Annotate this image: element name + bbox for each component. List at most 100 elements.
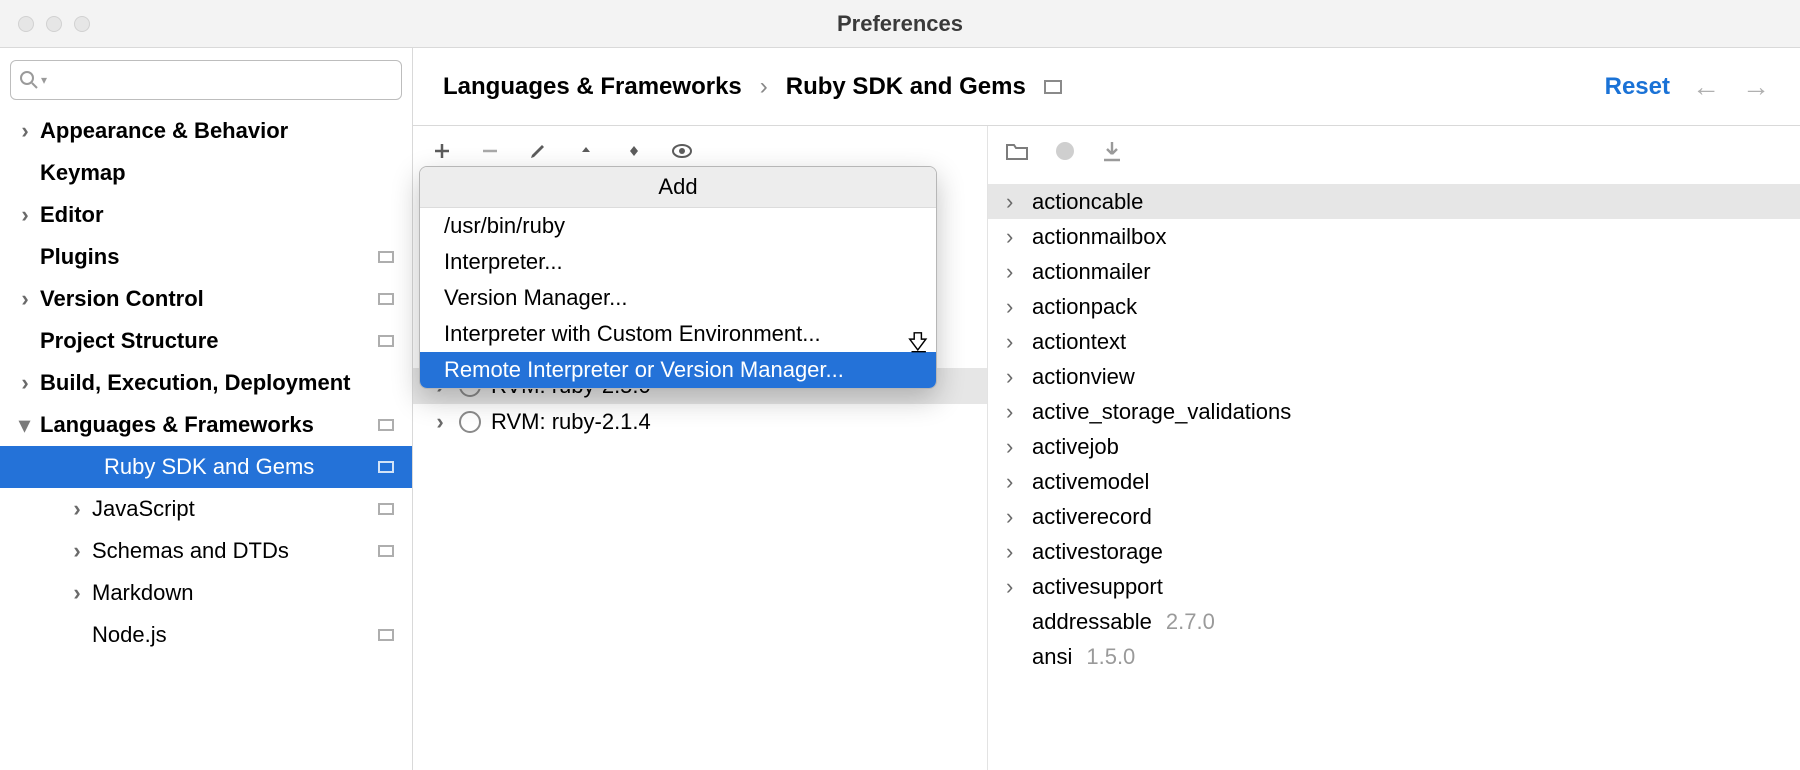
chevron-icon: › — [1006, 504, 1026, 530]
sidebar-item-label: Schemas and DTDs — [92, 538, 289, 564]
chevron-icon: › — [1006, 259, 1026, 285]
gem-row[interactable]: ›activerecord — [988, 499, 1800, 534]
sidebar-item-project-structure[interactable]: Project Structure — [10, 320, 402, 362]
sdk-label: RVM: ruby-2.1.4 — [491, 409, 651, 435]
chevron-icon: › — [1006, 434, 1026, 460]
gem-row[interactable]: ›actionmailer — [988, 254, 1800, 289]
sidebar-item-languages-frameworks[interactable]: Languages & Frameworks — [10, 404, 402, 446]
gem-name: activestorage — [1032, 539, 1163, 565]
chevron-icon: › — [1006, 189, 1026, 215]
sidebar-item-label: Build, Execution, Deployment — [40, 370, 350, 396]
sidebar-item-markdown[interactable]: Markdown — [10, 572, 402, 614]
sidebar-item-editor[interactable]: Editor — [10, 194, 402, 236]
breadcrumb-separator: › — [760, 73, 768, 101]
gem-name: activerecord — [1032, 504, 1152, 530]
sdk-column: Add /usr/bin/rubyInterpreter...Version M… — [413, 126, 988, 770]
sidebar-item-label: Version Control — [40, 286, 204, 312]
gem-row[interactable]: ›actionview — [988, 359, 1800, 394]
radio-button[interactable] — [459, 411, 481, 433]
popup-item[interactable]: Interpreter with Custom Environment... — [420, 316, 936, 352]
gem-row[interactable]: ›activemodel — [988, 464, 1800, 499]
sidebar-item-node-js[interactable]: Node.js — [10, 614, 402, 656]
gem-row[interactable]: ›activesupport — [988, 569, 1800, 604]
search-input[interactable]: ▾ — [10, 60, 402, 100]
minimize-window-button[interactable] — [46, 16, 62, 32]
reset-button[interactable]: Reset — [1605, 73, 1670, 101]
search-dropdown-icon[interactable]: ▾ — [41, 73, 47, 87]
edit-sdk-button[interactable] — [527, 140, 549, 162]
gem-toolbar — [988, 136, 1800, 184]
gem-name: actionmailbox — [1032, 224, 1167, 250]
gem-row[interactable]: ansi 1.5.0 — [988, 639, 1800, 674]
popup-item[interactable]: /usr/bin/ruby — [420, 208, 936, 244]
popup-item[interactable]: Interpreter... — [420, 244, 936, 280]
sidebar-item-build-execution-deployment[interactable]: Build, Execution, Deployment — [10, 362, 402, 404]
popup-item[interactable]: Remote Interpreter or Version Manager... — [420, 352, 936, 388]
gem-row[interactable]: ›active_storage_validations — [988, 394, 1800, 429]
sidebar-item-javascript[interactable]: JavaScript — [10, 488, 402, 530]
sidebar-item-schemas-and-dtds[interactable]: Schemas and DTDs — [10, 530, 402, 572]
gem-version: 2.7.0 — [1166, 609, 1215, 635]
sidebar-item-label: Project Structure — [40, 328, 219, 354]
chevron-icon — [16, 202, 34, 228]
breadcrumb-parent[interactable]: Languages & Frameworks — [443, 73, 742, 101]
chevron-icon — [16, 370, 34, 396]
sidebar-item-label: Plugins — [40, 244, 119, 270]
gem-row[interactable]: ›actionpack — [988, 289, 1800, 324]
sidebar-item-appearance-behavior[interactable]: Appearance & Behavior — [10, 110, 402, 152]
chevron-icon — [16, 118, 34, 144]
sidebar-item-label: Appearance & Behavior — [40, 118, 288, 144]
chevron-icon: › — [1006, 469, 1026, 495]
project-scope-icon — [378, 251, 394, 263]
chevron-icon: › — [1006, 574, 1026, 600]
maximize-window-button[interactable] — [74, 16, 90, 32]
gem-row[interactable]: ›actioncable — [988, 184, 1800, 219]
gem-version: 1.5.0 — [1086, 644, 1135, 670]
panel-header: Languages & Frameworks › Ruby SDK and Ge… — [413, 48, 1800, 126]
project-scope-icon — [378, 503, 394, 515]
project-scope-icon — [378, 419, 394, 431]
window-titlebar: Preferences — [0, 0, 1800, 48]
project-scope-icon — [378, 293, 394, 305]
sidebar-item-label: Markdown — [92, 580, 193, 606]
gem-name: actionmailer — [1032, 259, 1151, 285]
show-paths-button[interactable] — [671, 140, 693, 162]
remove-sdk-button[interactable] — [479, 140, 501, 162]
sidebar-item-label: Editor — [40, 202, 104, 228]
download-button[interactable] — [1102, 140, 1122, 168]
gem-row[interactable]: ›activestorage — [988, 534, 1800, 569]
chevron-icon — [431, 409, 449, 435]
close-window-button[interactable] — [18, 16, 34, 32]
project-scope-icon — [1044, 80, 1062, 94]
gem-name: activesupport — [1032, 574, 1163, 600]
chevron-icon — [16, 286, 34, 312]
project-scope-icon — [378, 629, 394, 641]
window-title: Preferences — [0, 11, 1800, 37]
gem-row[interactable]: ›actiontext — [988, 324, 1800, 359]
gem-row[interactable]: ›activejob — [988, 429, 1800, 464]
sidebar-item-ruby-sdk-and-gems[interactable]: Ruby SDK and Gems — [0, 446, 412, 488]
add-sdk-button[interactable] — [431, 140, 453, 162]
project-scope-icon — [378, 461, 394, 473]
breadcrumb-current: Ruby SDK and Gems — [786, 73, 1026, 101]
collapse-all-button[interactable] — [575, 140, 597, 162]
chevron-icon — [68, 496, 86, 522]
popup-item[interactable]: Version Manager... — [420, 280, 936, 316]
gem-action-button[interactable] — [1054, 140, 1076, 168]
sdk-list-row[interactable]: RVM: ruby-2.1.4 — [413, 404, 987, 440]
nav-back-button[interactable]: ← — [1692, 71, 1720, 103]
gem-name: actionview — [1032, 364, 1135, 390]
sidebar-item-version-control[interactable]: Version Control — [10, 278, 402, 320]
project-scope-icon — [378, 545, 394, 557]
sidebar-item-plugins[interactable]: Plugins — [10, 236, 402, 278]
gem-row[interactable]: addressable2.7.0 — [988, 604, 1800, 639]
gem-name: ansi — [1032, 644, 1072, 670]
add-sdk-popup: Add /usr/bin/rubyInterpreter...Version M… — [419, 166, 937, 389]
chevron-icon: › — [1006, 294, 1026, 320]
nav-forward-button[interactable]: → — [1742, 71, 1770, 103]
sidebar-item-keymap[interactable]: Keymap — [10, 152, 402, 194]
expand-all-button[interactable] — [623, 140, 645, 162]
gem-row[interactable]: ›actionmailbox — [988, 219, 1800, 254]
sidebar-item-label: Ruby SDK and Gems — [104, 454, 314, 480]
open-folder-button[interactable] — [1006, 141, 1028, 167]
